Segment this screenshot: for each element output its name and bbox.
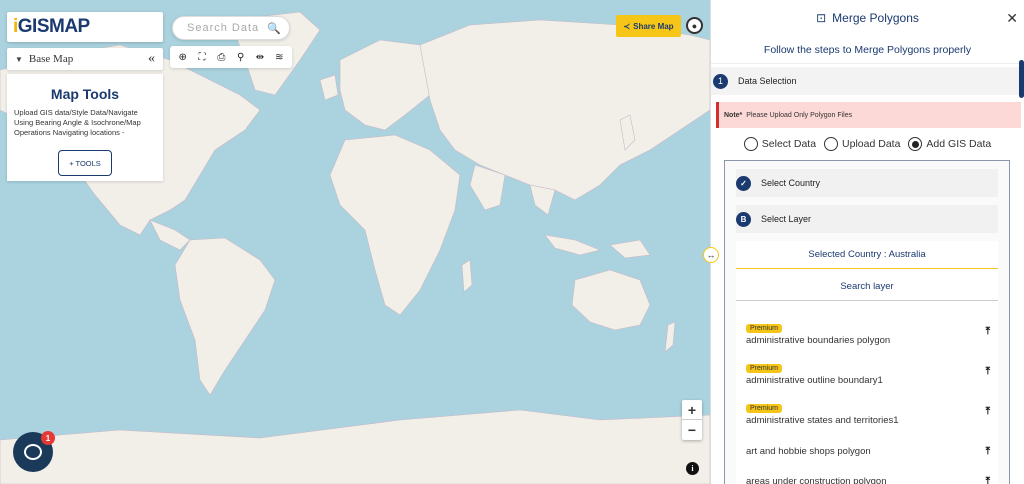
upload-icon[interactable]: ⤒ (986, 446, 990, 457)
caret-down-icon: ▼ (15, 54, 23, 64)
radio-label: Select Data (761, 138, 817, 150)
chat-badge: 1 (41, 431, 55, 445)
crop-icon[interactable]: ⛶ (194, 49, 210, 65)
panel-subtitle: Follow the steps to Merge Polygons prope… (711, 36, 1024, 64)
map-toolbar: ⊕ ⛶ ⎙ ⚲ ⇹ ≋ (170, 46, 292, 68)
share-map-button[interactable]: ≺ Share Map (616, 15, 681, 37)
radio-circle[interactable] (743, 137, 758, 151)
layer-name: art and hobbie shops polygon (746, 445, 871, 457)
list-item[interactable]: Premium administrative states and territ… (736, 391, 998, 431)
note-text: Please Upload Only Polygon Files (746, 111, 853, 119)
chat-button[interactable]: 1 (13, 431, 55, 472)
print-icon[interactable]: ⎙ (213, 49, 229, 65)
share-icon: ≺ (623, 21, 631, 31)
substep-select-layer[interactable]: B Select Layer (736, 205, 998, 233)
zoom-in-button[interactable]: + (682, 400, 702, 420)
panel-header: ⊡ Merge Polygons ✕ (711, 0, 1024, 36)
radio-circle[interactable] (824, 137, 839, 151)
map-tools-panel: Map Tools Upload GIS data/Style Data/Nav… (7, 74, 163, 181)
panel-scrollbar[interactable] (1019, 60, 1024, 98)
check-icon: ✓ (736, 175, 751, 191)
layer-name: administrative outline boundary1 (746, 374, 883, 386)
search-input[interactable] (187, 22, 267, 34)
premium-badge: Premium (746, 363, 783, 373)
resize-handle-icon[interactable]: ↔ (703, 247, 719, 263)
upload-icon[interactable]: ⤒ (986, 326, 990, 337)
step-b-icon: B (736, 211, 751, 227)
substep-select-country[interactable]: ✓ Select Country (736, 169, 998, 197)
tools-button[interactable]: + TOOLS (58, 150, 112, 176)
list-item[interactable]: Premium administrative outline boundary1… (736, 351, 998, 391)
note-prefix: Note* (724, 111, 743, 119)
selected-country: Selected Country : Australia (736, 241, 998, 269)
radio-select-data[interactable]: Select Data (743, 137, 817, 151)
list-item[interactable]: Premium administrative boundaries polygo… (736, 311, 998, 351)
upload-note: Note* Please Upload Only Polygon Files (716, 102, 1021, 128)
gismap-logo[interactable]: iGISMAP (7, 12, 163, 42)
premium-badge: Premium (746, 323, 783, 333)
zoom-search-icon[interactable]: ⚲ (233, 49, 249, 65)
substep-label: Select Country (761, 178, 821, 188)
target-icon[interactable]: ⊕ (175, 49, 191, 65)
layer-name: administrative states and territories1 (746, 414, 899, 426)
merge-polygons-panel: ⊡ Merge Polygons ✕ Follow the steps to M… (710, 0, 1024, 484)
user-avatar-icon[interactable]: ● (686, 17, 703, 34)
chat-icon (24, 444, 42, 460)
premium-badge: Premium (746, 403, 783, 413)
map-tools-title: Map Tools (50, 86, 120, 102)
map-canvas[interactable]: iGISMAP ▼ Base Map « Map Tools Upload GI… (0, 0, 710, 484)
measure-icon[interactable]: ⇹ (252, 49, 268, 65)
layer-name: administrative boundaries polygon (746, 334, 891, 346)
panel-title: Merge Polygons (832, 11, 919, 25)
info-icon[interactable]: i (686, 462, 699, 475)
merge-icon: ⊡ (816, 11, 827, 25)
layers-icon[interactable]: ≋ (271, 49, 287, 65)
share-label: Share Map (633, 21, 674, 31)
world-map (0, 0, 710, 484)
zoom-control: + − (682, 400, 702, 440)
step-label: Data Selection (738, 76, 797, 86)
substep-label: Select Layer (761, 214, 812, 224)
search-layer-input[interactable]: Search layer (736, 273, 998, 301)
gis-data-box: ✓ Select Country B Select Layer Selected… (724, 160, 1010, 484)
list-item[interactable]: art and hobbie shops polygon ⤒ (736, 431, 998, 471)
radio-label: Upload Data (842, 138, 901, 150)
radio-circle-selected[interactable] (908, 137, 923, 151)
layer-selector: Selected Country : Australia Search laye… (736, 241, 998, 484)
radio-upload-data[interactable]: Upload Data (824, 137, 900, 151)
logo-text: GISMAP (17, 16, 90, 37)
radio-label: Add GIS Data (926, 138, 992, 150)
collapse-icon[interactable]: « (148, 51, 155, 67)
search-box[interactable]: 🔍 (172, 16, 290, 40)
step-data-selection[interactable]: 1 Data Selection (711, 67, 1024, 95)
upload-icon[interactable]: ⤒ (986, 406, 990, 417)
radio-add-gis-data[interactable]: Add GIS Data (908, 137, 991, 151)
data-source-radio-group: Select Data Upload Data Add GIS Data (711, 137, 1024, 151)
base-map-toggle[interactable]: ▼ Base Map « (7, 48, 163, 70)
list-item[interactable]: areas under construction polygon ⤒ (736, 471, 998, 484)
upload-icon[interactable]: ⤒ (986, 476, 990, 484)
map-tools-description: Upload GIS data/Style Data/Navigate Usin… (14, 108, 141, 137)
step-number: 1 (713, 73, 728, 89)
zoom-out-button[interactable]: − (682, 420, 702, 440)
base-map-label: Base Map (28, 53, 74, 65)
close-icon[interactable]: ✕ (1006, 10, 1018, 27)
layer-name: areas under construction polygon (746, 475, 887, 484)
search-icon[interactable]: 🔍 (267, 22, 281, 35)
upload-icon[interactable]: ⤒ (986, 366, 990, 377)
